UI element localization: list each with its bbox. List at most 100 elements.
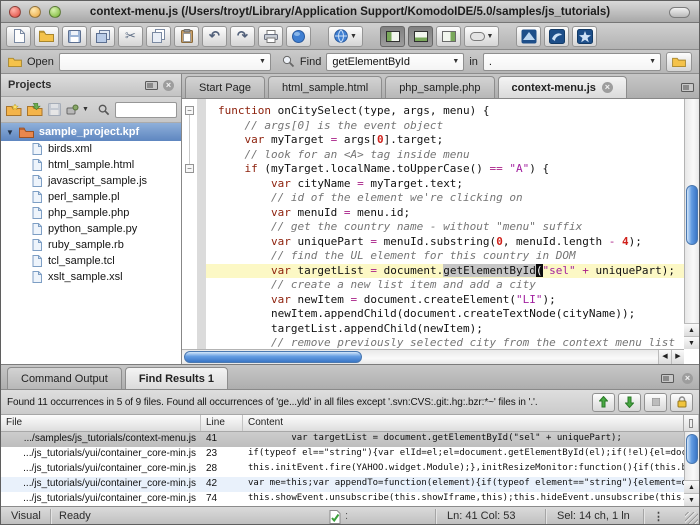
komodo-tool-1-button[interactable]	[516, 26, 541, 47]
scroll-up-icon[interactable]: ▲	[684, 480, 699, 493]
tree-item[interactable]: php_sample.php	[1, 205, 181, 221]
code-line[interactable]: // args[0] is the event object	[206, 119, 684, 134]
result-row[interactable]: .../js_tutorials/yui/container_core-min.…	[1, 447, 699, 462]
open-file-button[interactable]	[34, 26, 59, 47]
scroll-left-icon[interactable]: ◀	[658, 350, 671, 364]
column-header-file[interactable]: File	[1, 415, 201, 431]
scroll-up-icon[interactable]: ▲	[684, 323, 699, 336]
save-all-button[interactable]	[90, 26, 115, 47]
syntax-check-icon[interactable]	[329, 510, 341, 524]
import-project-button[interactable]	[27, 103, 43, 116]
result-row[interactable]: .../js_tutorials/yui/container_core-min.…	[1, 477, 699, 492]
tab-php-sample[interactable]: php_sample.php	[385, 76, 494, 98]
panel-menu-icon[interactable]	[661, 374, 674, 383]
komodo-tool-3-button[interactable]	[572, 26, 597, 47]
code-line[interactable]: function onCitySelect(type, args, menu) …	[206, 104, 684, 119]
tab-command-output[interactable]: Command Output	[7, 367, 122, 389]
tree-item[interactable]: birds.xml	[1, 141, 181, 157]
new-file-button[interactable]	[6, 26, 31, 47]
results-vscrollbar[interactable]: ▲ ▼	[684, 432, 699, 506]
tree-item[interactable]: html_sample.html	[1, 157, 181, 173]
print-button[interactable]	[258, 26, 283, 47]
column-picker-icon[interactable]	[683, 415, 699, 431]
vscroll-thumb[interactable]	[686, 434, 698, 464]
tree-item-root[interactable]: ▼ sample_project.kpf	[1, 123, 181, 141]
code-line[interactable]: var cityName = myTarget.text;	[206, 177, 684, 192]
code-line[interactable]: var uniquePart = menuId.substring(0, men…	[206, 235, 684, 250]
editor-vscrollbar[interactable]: ▲ ▼	[684, 99, 699, 349]
copy-button[interactable]	[146, 26, 171, 47]
panel-close-icon[interactable]: ×	[163, 80, 174, 91]
code-line[interactable]: // id of the element we're clicking on	[206, 191, 684, 206]
close-window-button[interactable]	[9, 6, 21, 18]
code-line[interactable]: newItem.appendChild(document.createTextN…	[206, 307, 684, 322]
fold-marker-icon[interactable]: −	[185, 106, 194, 115]
hscroll-thumb[interactable]	[184, 351, 362, 363]
previous-result-button[interactable]	[592, 393, 615, 412]
close-tab-icon[interactable]: ×	[602, 82, 613, 93]
code-line[interactable]: // remove previously selected city from …	[206, 336, 684, 349]
code-line[interactable]: // get the country name - without "menu"…	[206, 220, 684, 235]
syntax-status-menu[interactable]: :	[345, 510, 348, 522]
browse-directory-button[interactable]	[666, 52, 692, 72]
redo-button[interactable]: ↷	[230, 26, 255, 47]
find-in-combobox[interactable]: . ▼	[483, 53, 661, 71]
tree-item[interactable]: xslt_sample.xsl	[1, 269, 181, 285]
macro-record-button[interactable]: ▼	[464, 26, 499, 47]
code-line-current[interactable]: var targetList = document.getElementById…	[206, 264, 684, 279]
title-bar[interactable]: context-menu.js (/Users/troyt/Library/Ap…	[1, 1, 699, 23]
zoom-window-button[interactable]	[49, 6, 61, 18]
code-line[interactable]: if (myTarget.localName.toUpperCase() == …	[206, 162, 684, 177]
tree-item[interactable]: python_sample.py	[1, 221, 181, 237]
browser-preview-button[interactable]: ▼	[328, 26, 363, 47]
tab-list-menu-icon[interactable]	[681, 83, 694, 92]
panel-menu-icon[interactable]	[145, 81, 158, 90]
paste-button[interactable]	[174, 26, 199, 47]
scroll-right-icon[interactable]: ▶	[671, 350, 684, 364]
lock-results-button[interactable]	[670, 393, 693, 412]
column-header-line[interactable]: Line	[201, 415, 243, 431]
minimize-window-button[interactable]	[29, 6, 41, 18]
tree-item[interactable]: perl_sample.pl	[1, 189, 181, 205]
vscroll-thumb[interactable]	[686, 185, 698, 245]
tree-item[interactable]: javascript_sample.js	[1, 173, 181, 189]
tree-item[interactable]: tcl_sample.tcl	[1, 253, 181, 269]
next-result-button[interactable]	[618, 393, 641, 412]
code-line[interactable]: // look for an <A> tag inside menu	[206, 148, 684, 163]
editor-hscrollbar[interactable]: ◀ ▶	[182, 349, 684, 364]
fold-marker-icon[interactable]: −	[185, 164, 194, 173]
code-line[interactable]: // create a new list item and add a city	[206, 278, 684, 293]
stop-search-button[interactable]	[644, 393, 667, 412]
code-line[interactable]: // find the UL element for this country …	[206, 249, 684, 264]
column-header-content[interactable]: Content	[243, 415, 683, 431]
resize-grip[interactable]	[685, 512, 698, 525]
toggle-left-pane-button[interactable]	[380, 26, 405, 47]
komodo-tool-2-button[interactable]	[544, 26, 569, 47]
code-line[interactable]: var newItem = document.createElement("LI…	[206, 293, 684, 308]
tab-context-menu[interactable]: context-menu.js×	[498, 76, 627, 98]
scroll-down-icon[interactable]: ▼	[684, 493, 699, 506]
tab-start-page[interactable]: Start Page	[185, 76, 265, 98]
tab-html-sample[interactable]: html_sample.html	[268, 76, 382, 98]
toggle-right-pane-button[interactable]	[436, 26, 461, 47]
disclosure-triangle-icon[interactable]: ▼	[6, 128, 14, 137]
find-combobox[interactable]: getElementById ▼	[326, 53, 464, 71]
panel-close-icon[interactable]: ×	[682, 373, 693, 384]
toggle-bottom-pane-button[interactable]	[408, 26, 433, 47]
tab-find-results[interactable]: Find Results 1	[125, 367, 228, 389]
tree-item[interactable]: ruby_sample.rb	[1, 237, 181, 253]
code-editor[interactable]: − − function onCitySelect(type, args, me…	[182, 99, 699, 364]
project-tools-button[interactable]: ▼	[66, 104, 89, 116]
scroll-down-icon[interactable]: ▼	[684, 336, 699, 349]
new-project-button[interactable]	[6, 103, 22, 116]
open-combobox[interactable]: ▼	[59, 53, 271, 71]
result-row[interactable]: .../samples/js_tutorials/context-menu.js…	[1, 432, 699, 447]
undo-button[interactable]: ↶	[202, 26, 227, 47]
code-line[interactable]: var menuId = menu.id;	[206, 206, 684, 221]
code-line[interactable]: var myTarget = args[0].target;	[206, 133, 684, 148]
project-search-input[interactable]	[115, 102, 177, 118]
result-row[interactable]: .../js_tutorials/yui/container_core-min.…	[1, 492, 699, 506]
statusbar-menu-dots[interactable]: ⋮	[653, 510, 664, 523]
cut-button[interactable]: ✂	[118, 26, 143, 47]
save-button[interactable]	[62, 26, 87, 47]
